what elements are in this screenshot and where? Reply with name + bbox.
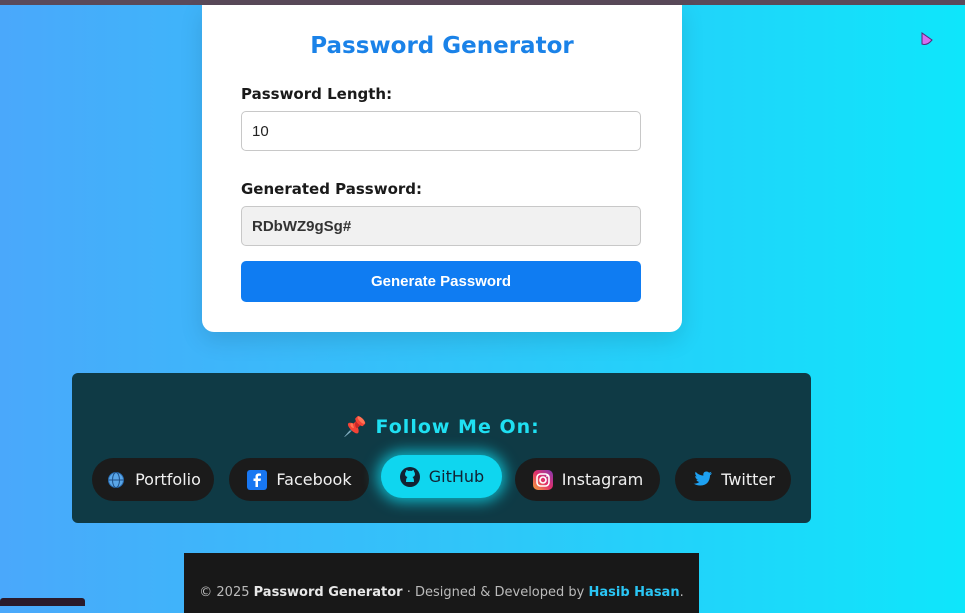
github-label: GitHub: [428, 467, 485, 486]
page-title: Password Generator: [310, 33, 574, 59]
follow-section: 📌 Follow Me On: Portfolio Facebook GitHu…: [72, 373, 811, 523]
footer-text: © 2025 Password Generator · Designed & D…: [184, 585, 699, 600]
portfolio-link[interactable]: Portfolio: [92, 458, 214, 501]
github-link[interactable]: GitHub: [381, 455, 502, 498]
facebook-label: Facebook: [276, 470, 352, 489]
instagram-icon: [532, 469, 554, 491]
author-link[interactable]: Hasib Hasan: [588, 585, 679, 600]
generator-card: Password Generator Password Length: 10 G…: [202, 5, 682, 332]
page-footer: © 2025 Password Generator · Designed & D…: [184, 553, 699, 613]
facebook-icon: [246, 469, 268, 491]
password-output[interactable]: RDbWZ9gSg#: [241, 206, 641, 246]
length-label: Password Length:: [241, 85, 393, 103]
instagram-link[interactable]: Instagram: [515, 458, 660, 501]
footer-app-name: Password Generator: [253, 585, 403, 600]
twitter-link[interactable]: Twitter: [675, 458, 791, 501]
footer-end: .: [679, 585, 684, 600]
portfolio-label: Portfolio: [135, 470, 201, 489]
designed-by: · Designed & Developed by: [406, 585, 585, 600]
output-label: Generated Password:: [241, 180, 423, 198]
facebook-link[interactable]: Facebook: [229, 458, 369, 501]
twitter-label: Twitter: [721, 470, 775, 489]
twitter-icon: [691, 469, 713, 491]
corner-badge: [0, 598, 85, 606]
globe-icon: [105, 469, 127, 491]
length-input[interactable]: 10: [241, 111, 641, 151]
copyright: © 2025: [199, 585, 250, 600]
generate-button[interactable]: Generate Password: [241, 261, 641, 302]
instagram-label: Instagram: [561, 470, 644, 489]
github-icon: [399, 466, 421, 488]
cursor-icon: [921, 32, 933, 45]
follow-title: 📌 Follow Me On:: [343, 416, 540, 438]
